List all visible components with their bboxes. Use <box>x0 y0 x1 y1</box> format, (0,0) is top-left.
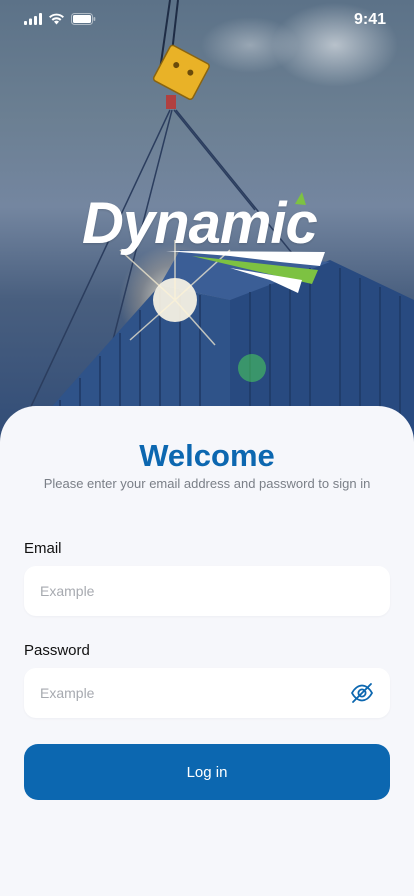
eye-off-icon[interactable] <box>350 682 374 704</box>
login-button[interactable]: Log in <box>24 744 390 800</box>
password-field-container <box>24 668 390 718</box>
status-bar: 9:41 <box>0 0 414 44</box>
login-card: Welcome Please enter your email address … <box>0 406 414 896</box>
status-time: 9:41 <box>353 11 386 28</box>
battery-icon <box>71 13 96 25</box>
wifi-icon <box>49 13 64 25</box>
hero-image: 9:41 Dynamic <box>0 0 414 460</box>
dynamic-logo: Dynamic <box>80 190 340 300</box>
password-field[interactable] <box>24 668 390 718</box>
welcome-subtitle: Please enter your email address and pass… <box>43 476 371 491</box>
email-label: Email <box>24 540 62 557</box>
password-label: Password <box>24 642 90 659</box>
welcome-title: Welcome <box>139 438 275 473</box>
email-field-container <box>24 566 390 616</box>
logo-swoosh <box>166 192 325 293</box>
email-field[interactable] <box>24 566 390 616</box>
signal-icon <box>24 13 42 25</box>
